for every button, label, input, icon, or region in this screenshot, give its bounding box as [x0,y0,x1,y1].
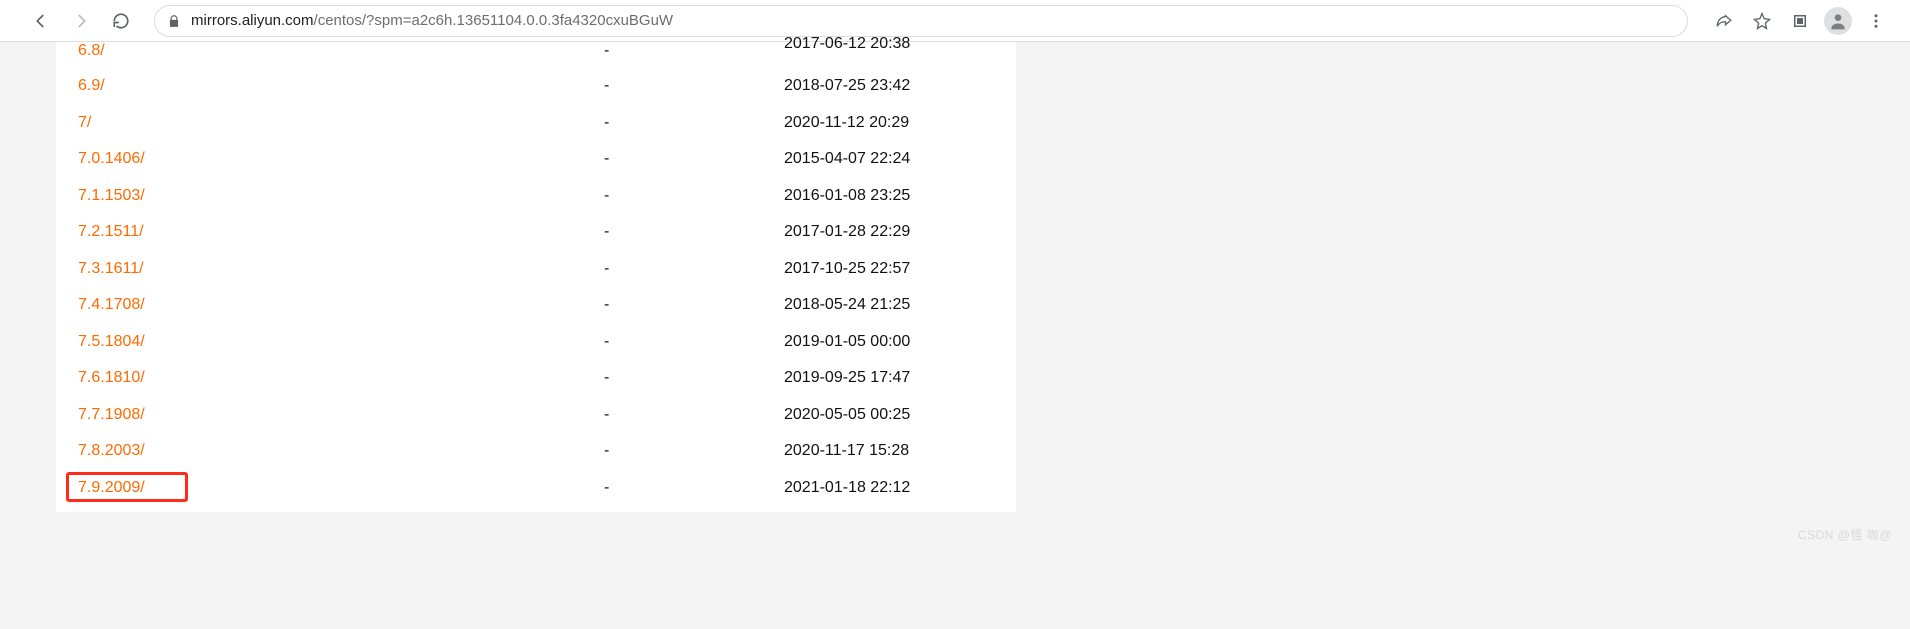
listing-row: 7/ -2020-11-12 20:29 [78,105,994,142]
directory-link[interactable]: 7.5.1804/ [78,333,145,350]
listing-name-cell: 7.6.1810/ [78,369,604,387]
listing-date-cell: 2017-10-25 22:57 [784,260,994,278]
directory-link[interactable]: 7.2.1511/ [78,223,144,240]
listing-date-cell: 2018-07-25 23:42 [784,77,994,95]
listing-size-cell: - [604,260,784,278]
toolbar-right-icons [1698,7,1902,35]
listing-size-cell: - [604,369,784,387]
listing-row: 7.5.1804/ -2019-01-05 00:00 [78,324,994,361]
listing-row: 7.8.2003/ -2020-11-17 15:28 [78,433,994,470]
listing-name-cell: 7.1.1503/ [78,187,604,205]
watermark-text: CSDN @怪 咖@ [1798,526,1892,543]
listing-size-cell: - [604,77,784,95]
listing-date-cell: 2019-01-05 00:00 [784,333,994,351]
listing-date-cell: 2018-05-24 21:25 [784,296,994,314]
directory-link[interactable]: 7.1.1503/ [78,187,145,204]
directory-link[interactable]: 6.8/ [78,42,105,59]
listing-row: 7.6.1810/ -2019-09-25 17:47 [78,360,994,397]
listing-row: 7.4.1708/ -2018-05-24 21:25 [78,287,994,324]
listing-name-cell: 7.5.1804/ [78,333,604,351]
listing-name-cell: 7.8.2003/ [78,442,604,460]
listing-row: 7.1.1503/ -2016-01-08 23:25 [78,178,994,215]
url-host: mirrors.aliyun.com [191,12,314,29]
bookmark-button[interactable] [1748,7,1776,35]
menu-button[interactable] [1862,7,1890,35]
listing-name-cell: 6.9/ [78,77,604,95]
directory-link[interactable]: 7.9.2009/ [78,479,145,496]
share-button[interactable] [1710,7,1738,35]
listing-size-cell: - [604,333,784,351]
listing-size-cell: - [604,406,784,424]
listing-name-cell: 7.2.1511/ [78,223,604,241]
listing-size-cell: - [604,223,784,241]
listing-name-cell: 7.7.1908/ [78,406,604,424]
listing-size-cell: - [604,42,784,60]
listing-row: 7.3.1611/ -2017-10-25 22:57 [78,251,994,288]
directory-link[interactable]: 7.7.1908/ [78,406,145,423]
listing-date-cell: 2016-01-08 23:25 [784,187,994,205]
listing-row: 7.7.1908/ -2020-05-05 00:25 [78,397,994,434]
listing-date-cell: 2020-11-17 15:28 [784,442,994,460]
listing-size-cell: - [604,114,784,132]
listing-name-cell: 7.4.1708/ [78,296,604,314]
listing-date-cell: 2020-11-12 20:29 [784,114,994,132]
directory-link[interactable]: 7.4.1708/ [78,296,145,313]
listing-size-cell: - [604,442,784,460]
nav-button-group [8,4,142,38]
extensions-button[interactable] [1786,7,1814,35]
directory-link[interactable]: 6.9/ [78,77,105,94]
listing-row: 7.9.2009/ -2021-01-18 22:12 [78,470,994,507]
directory-link[interactable]: 7.6.1810/ [78,369,145,386]
listing-name-cell: 7.0.1406/ [78,150,604,168]
listing-date-cell: 2017-06-12 20:38 [784,35,994,53]
listing-name-cell: 6.8/ [78,42,604,60]
reload-button[interactable] [104,4,138,38]
listing-name-cell: 7/ [78,114,604,132]
listing-name-cell: 7.9.2009/ [78,479,604,497]
listing-date-cell: 2019-09-25 17:47 [784,369,994,387]
listing-size-cell: - [604,296,784,314]
listing-row: 6.8/-2017-06-12 20:38 [78,42,994,68]
address-bar[interactable]: mirrors.aliyun.com/centos/?spm=a2c6h.136… [154,5,1688,37]
lock-icon [167,14,181,28]
listing-date-cell: 2021-01-18 22:12 [784,479,994,497]
listing-date-cell: 2015-04-07 22:24 [784,150,994,168]
url-path: /centos/?spm=a2c6h.13651104.0.0.3fa4320c… [314,12,674,29]
directory-link[interactable]: 7.8.2003/ [78,442,145,459]
directory-listing: 6.8/-2017-06-12 20:386.9/-2018-07-25 23:… [56,42,1016,512]
listing-size-cell: - [604,150,784,168]
directory-link[interactable]: 7.3.1611/ [78,260,144,277]
listing-size-cell: - [604,187,784,205]
listing-row: 7.2.1511/ -2017-01-28 22:29 [78,214,994,251]
directory-link[interactable]: 7.0.1406/ [78,150,145,167]
listing-row: 7.0.1406/ -2015-04-07 22:24 [78,141,994,178]
profile-avatar[interactable] [1824,7,1852,35]
back-button[interactable] [24,4,58,38]
listing-name-cell: 7.3.1611/ [78,260,604,278]
listing-size-cell: - [604,479,784,497]
listing-row: 6.9/ -2018-07-25 23:42 [78,68,994,105]
listing-date-cell: 2020-05-05 00:25 [784,406,994,424]
forward-button[interactable] [64,4,98,38]
page-body: 6.8/-2017-06-12 20:386.9/-2018-07-25 23:… [0,42,1910,542]
directory-link[interactable]: 7/ [78,114,91,131]
listing-date-cell: 2017-01-28 22:29 [784,223,994,241]
